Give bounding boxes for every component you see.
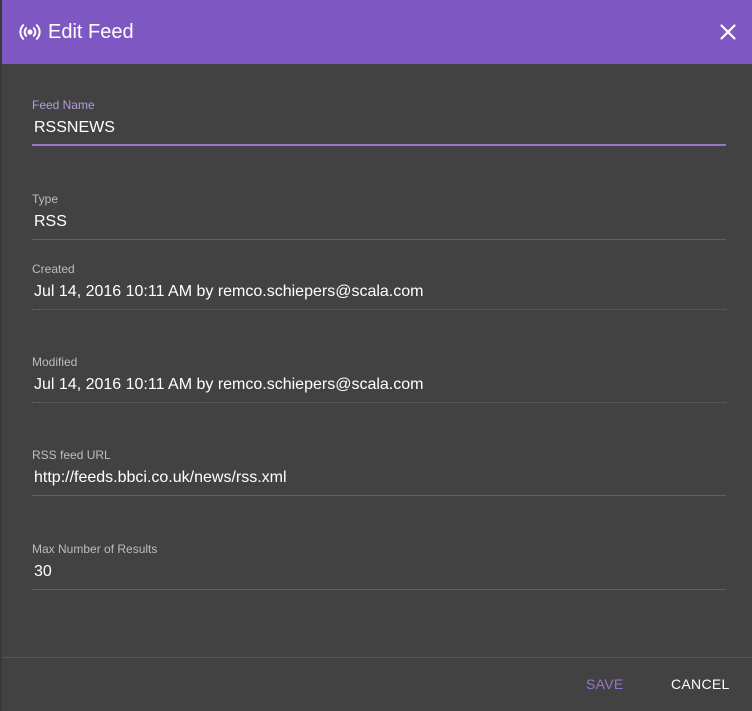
cancel-button[interactable]: CANCEL [671,674,730,694]
max-results-underline [32,589,726,590]
rss-url-input[interactable]: http://feeds.bbci.co.uk/news/rss.xml [32,468,726,488]
modified-field: Modified Jul 14, 2016 10:11 AM by remco.… [32,355,726,403]
max-results-field[interactable]: Max Number of Results 30 [32,542,726,590]
type-underline [32,239,726,240]
dialog-title: Edit Feed [48,21,134,43]
created-label: Created [32,262,75,276]
type-label: Type [32,192,59,206]
feed-name-underline [32,144,726,146]
created-underline [32,309,726,310]
type-field: Type RSS [32,192,726,240]
modified-value: Jul 14, 2016 10:11 AM by remco.schiepers… [34,376,424,393]
feed-name-label: Feed Name [32,98,95,112]
rss-url-underline [32,495,726,496]
rss-url-field[interactable]: RSS feed URL http://feeds.bbci.co.uk/new… [32,448,726,496]
max-results-label: Max Number of Results [32,542,158,556]
feed-name-input[interactable]: RSSNEWS [32,118,726,138]
modified-label: Modified [32,355,78,369]
dialog-header: Edit Feed [2,0,752,64]
edit-feed-dialog: Edit Feed Feed Name RSSNEWS Type RSS Cre… [2,0,752,711]
rss-url-label: RSS feed URL [32,448,111,462]
created-value: Jul 14, 2016 10:11 AM by remco.schiepers… [34,283,424,300]
close-icon[interactable] [716,20,740,44]
footer-divider [2,657,752,658]
feed-name-field[interactable]: Feed Name RSSNEWS [32,98,726,146]
type-value: RSS [34,213,67,230]
save-button[interactable]: SAVE [586,674,624,694]
modified-underline [32,402,726,403]
max-results-input[interactable]: 30 [32,562,726,582]
created-field: Created Jul 14, 2016 10:11 AM by remco.s… [32,262,726,310]
broadcast-icon [19,24,41,40]
